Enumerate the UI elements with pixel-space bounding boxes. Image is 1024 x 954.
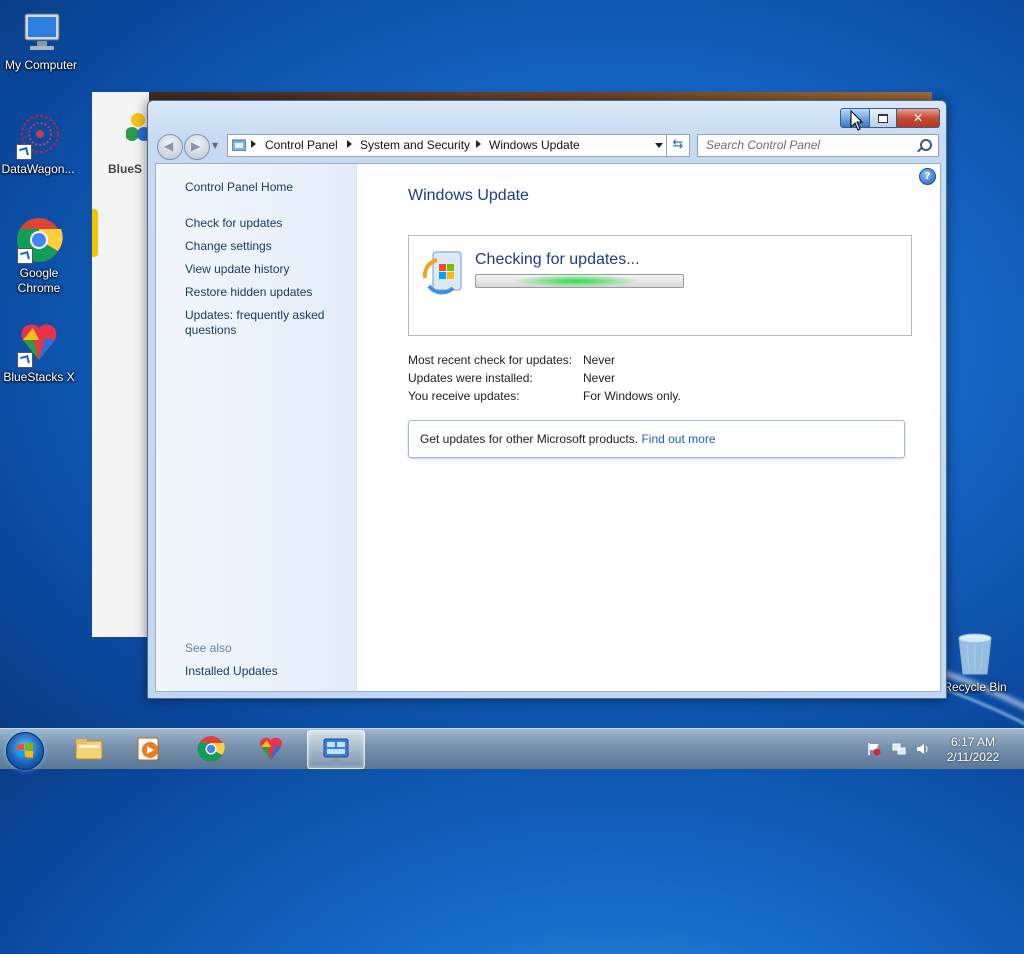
taskbar-chrome-button[interactable] — [183, 730, 239, 767]
back-button[interactable]: ◀ — [157, 134, 183, 160]
search-input[interactable] — [698, 135, 916, 154]
breadcrumb-separator-icon — [347, 140, 352, 148]
bluestacks-active-indicator — [92, 209, 98, 257]
info-value: Never — [583, 371, 616, 385]
maximize-button[interactable] — [870, 108, 897, 128]
page-title: Windows Update — [408, 187, 529, 204]
content-area: Control Panel Home Check for updates Cha… — [155, 163, 941, 692]
bluestacks-icon — [15, 320, 63, 368]
breadcrumb-control-panel[interactable]: Control Panel — [265, 138, 338, 152]
link-restore-hidden-updates[interactable]: Restore hidden updates — [185, 285, 345, 300]
help-button[interactable]: ? — [919, 168, 936, 185]
close-icon: ✕ — [912, 111, 924, 125]
see-also-heading: See also — [185, 641, 232, 655]
windows-update-window[interactable]: ✕ ◀ ▶ ▼ Control Panel System and Securit… — [147, 100, 947, 699]
taskbar-bluestacks-button[interactable] — [243, 730, 299, 767]
mouse-cursor-icon — [850, 110, 864, 131]
link-control-panel-home[interactable]: Control Panel Home — [185, 180, 345, 195]
forward-arrow-icon: ▶ — [191, 139, 201, 153]
clock-time: 6:17 AM — [950, 735, 996, 749]
other-products-text: Get updates for other Microsoft products… — [420, 432, 639, 446]
desktop-icon-google-chrome[interactable]: Google Chrome — [0, 216, 80, 296]
progress-marquee — [516, 275, 636, 287]
search-icon[interactable] — [920, 139, 932, 151]
network-icon[interactable] — [892, 742, 906, 756]
clock-date: 2/11/2022 — [946, 750, 1000, 764]
control-panel-folder-icon — [232, 139, 246, 151]
shortcut-arrow-icon — [17, 248, 33, 264]
address-bar[interactable]: Control Panel System and Security Window… — [227, 134, 690, 157]
media-player-icon — [137, 737, 159, 761]
breadcrumb-windows-update[interactable]: Windows Update — [489, 138, 580, 152]
bluestacks-app-name: BlueS — [108, 162, 143, 176]
taskbar-control-panel-button[interactable] — [307, 730, 365, 769]
checking-status-text: Checking for updates... — [475, 251, 640, 268]
windows-logo-icon — [17, 743, 33, 758]
breadcrumb-separator-icon — [476, 140, 481, 148]
action-center-flag-icon[interactable] — [867, 742, 881, 756]
forward-button[interactable]: ▶ — [184, 134, 210, 160]
desktop-icon-bluestacks-x[interactable]: BlueStacks X — [0, 320, 80, 384]
desktop-icon-label: DataWagon... — [1, 162, 75, 176]
shortcut-arrow-icon — [16, 144, 32, 160]
help-icon: ? — [924, 171, 931, 182]
desktop-icon-label: BlueStacks X — [3, 370, 75, 384]
bluestacks-side-panel: BlueS — [92, 92, 150, 637]
desktop-icon-my-computer[interactable]: My Computer — [0, 8, 82, 72]
close-button[interactable]: ✕ — [897, 108, 940, 128]
update-status-box: Checking for updates... — [408, 235, 912, 336]
shortcut-arrow-icon — [17, 352, 33, 368]
find-out-more-link[interactable]: Find out more — [641, 432, 715, 446]
address-dropdown-icon[interactable] — [655, 143, 663, 148]
back-arrow-icon: ◀ — [164, 139, 174, 153]
navigation-bar: ◀ ▶ ▼ Control Panel System and Security … — [156, 134, 939, 160]
chrome-icon — [197, 736, 225, 762]
info-key: You receive updates: — [408, 389, 520, 403]
link-updates-faq[interactable]: Updates: frequently asked questions — [185, 308, 345, 338]
left-task-pane: Control Panel Home Check for updates Cha… — [156, 164, 357, 691]
explorer-icon — [75, 739, 103, 760]
desktop-icon-label: My Computer — [4, 58, 78, 72]
desktop-icon-label: Google Chrome — [17, 266, 61, 295]
refresh-button[interactable]: ⇆ — [666, 134, 690, 157]
link-change-settings[interactable]: Change settings — [185, 239, 345, 254]
breadcrumb-system-and-security[interactable]: System and Security — [360, 138, 470, 152]
search-box[interactable] — [697, 134, 939, 157]
breadcrumb-separator-icon — [251, 140, 256, 148]
start-button[interactable] — [6, 732, 44, 770]
update-progress-bar — [475, 274, 684, 288]
recycle-bin-icon — [951, 630, 999, 678]
info-key: Most recent check for updates: — [408, 353, 573, 367]
info-value: Never — [583, 353, 616, 367]
datawagon-icon — [14, 112, 62, 160]
maximize-icon — [878, 113, 888, 123]
control-panel-icon — [323, 738, 349, 762]
bluestacks-icon — [260, 737, 282, 760]
windows-update-icon — [423, 251, 462, 295]
link-check-for-updates[interactable]: Check for updates — [185, 216, 345, 231]
computer-icon — [17, 8, 65, 56]
chrome-icon — [15, 216, 63, 264]
system-clock[interactable]: 6:17 AM 2/11/2022 — [938, 735, 1008, 765]
link-view-update-history[interactable]: View update history — [185, 262, 345, 277]
info-key: Updates were installed: — [408, 371, 533, 385]
taskbar: 6:17 AM 2/11/2022 — [0, 728, 1024, 770]
taskbar-explorer-button[interactable] — [61, 730, 117, 767]
taskbar-media-player-button[interactable] — [121, 730, 177, 767]
link-installed-updates[interactable]: Installed Updates — [185, 664, 345, 679]
refresh-icon: ⇆ — [672, 137, 684, 152]
other-products-box: Get updates for other Microsoft products… — [408, 420, 905, 458]
volume-icon[interactable] — [916, 742, 930, 756]
info-value: For Windows only. — [583, 389, 681, 403]
desktop-icon-datawagon[interactable]: DataWagon... — [0, 112, 79, 176]
recent-pages-dropdown-icon[interactable]: ▼ — [212, 141, 218, 150]
